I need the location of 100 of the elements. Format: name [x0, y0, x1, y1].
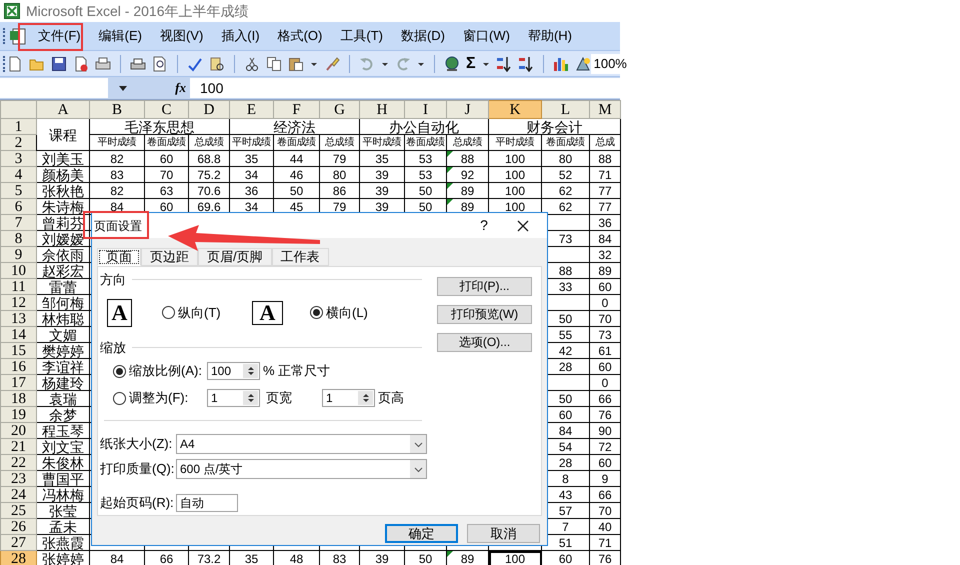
tab[interactable]: 页面	[97, 248, 141, 266]
row-header[interactable]: 1	[0, 118, 36, 134]
paste-icon[interactable]	[288, 56, 304, 72]
row-header[interactable]: 4	[0, 166, 36, 182]
row-header[interactable]: 26	[0, 518, 36, 534]
dialog-button[interactable]: 打印(P)...	[437, 277, 532, 296]
column-header[interactable]: I	[404, 100, 446, 118]
print-preview-icon[interactable]	[152, 56, 168, 72]
printer-icon[interactable]	[95, 56, 111, 72]
column-header[interactable]: C	[144, 100, 188, 118]
radio-label[interactable]: 调整为(F):	[129, 388, 207, 408]
paintbrush-icon[interactable]	[324, 56, 340, 72]
spinner-arrows-icon[interactable]	[362, 393, 370, 403]
tab[interactable]: 页眉/页脚	[198, 248, 272, 266]
menu-item[interactable]: 插入(I)	[212, 24, 269, 48]
dialog-button[interactable]: 取消	[467, 524, 540, 543]
radio-button[interactable]	[113, 364, 126, 378]
row-header[interactable]: 20	[0, 422, 36, 438]
spreadsheet-icon[interactable]	[4, 3, 20, 19]
radio-label[interactable]: 横向(L)	[326, 302, 368, 322]
menu-item[interactable]: 窗口(W)	[454, 24, 519, 48]
spin-field[interactable]: 1	[207, 389, 260, 407]
sum-button[interactable]: Σ	[466, 56, 476, 72]
menu-item[interactable]: 视图(V)	[150, 24, 212, 48]
help-button[interactable]: ?	[473, 215, 495, 236]
column-header[interactable]: J	[446, 100, 488, 118]
bar-chart-icon[interactable]	[552, 56, 569, 72]
spin-field[interactable]: 100	[207, 362, 260, 380]
printer-icon[interactable]	[130, 56, 146, 72]
row-header[interactable]: 13	[0, 310, 36, 326]
close-icon[interactable]	[517, 220, 529, 232]
radio-button[interactable]	[113, 392, 126, 404]
tab[interactable]: 页边距	[141, 248, 198, 266]
spelling-icon[interactable]	[187, 56, 203, 72]
copy-icon[interactable]	[266, 56, 282, 72]
dropdown-field[interactable]: 600 点/英寸	[176, 459, 427, 479]
row-header[interactable]: 19	[0, 406, 36, 422]
sort-descending-icon[interactable]	[518, 56, 534, 72]
new-document-icon[interactable]	[7, 56, 23, 72]
research-icon[interactable]	[209, 56, 225, 72]
drawing-icon[interactable]	[574, 56, 591, 72]
row-header[interactable]: 2	[0, 134, 36, 150]
row-header[interactable]: 7	[0, 214, 36, 230]
dialog-button[interactable]: 打印预览(W)	[437, 305, 532, 324]
scissors-icon[interactable]	[244, 56, 260, 72]
row-header[interactable]: 24	[0, 486, 36, 502]
menu-item[interactable]: 格式(O)	[268, 24, 332, 48]
column-header[interactable]: L	[542, 100, 590, 118]
row-header[interactable]: 22	[0, 454, 36, 470]
dropdown-caret-icon[interactable]	[118, 84, 128, 92]
menu-item[interactable]: 数据(D)	[392, 24, 454, 48]
row-header[interactable]: 16	[0, 358, 36, 374]
row-header[interactable]: 18	[0, 390, 36, 406]
column-header[interactable]: D	[188, 100, 230, 118]
row-header[interactable]: 28	[0, 550, 36, 565]
row-header[interactable]: 10	[0, 262, 36, 278]
row-header[interactable]: 12	[0, 294, 36, 310]
dropdown-field[interactable]: A4	[176, 434, 427, 454]
column-header[interactable]: H	[360, 100, 404, 118]
spinner-arrows-icon[interactable]	[246, 366, 254, 376]
row-header[interactable]: 15	[0, 342, 36, 358]
radio-label[interactable]: 缩放比例(A):	[129, 361, 207, 381]
row-header[interactable]: 8	[0, 230, 36, 246]
column-header[interactable]: F	[274, 100, 320, 118]
dialog-button[interactable]: 确定	[385, 524, 458, 543]
row-header[interactable]: 17	[0, 374, 36, 390]
radio-button[interactable]	[310, 306, 323, 319]
menu-item[interactable]: 工具(T)	[331, 24, 392, 48]
formula-field[interactable]: 100	[190, 78, 620, 98]
spinner-arrows-icon[interactable]	[246, 393, 254, 403]
permission-icon[interactable]	[73, 56, 89, 72]
column-header[interactable]: M	[590, 100, 620, 118]
globe-link-icon[interactable]	[444, 56, 460, 72]
row-header[interactable]: 9	[0, 246, 36, 262]
menu-item[interactable]: 帮助(H)	[518, 24, 581, 48]
input-field[interactable]: 自动	[176, 494, 238, 512]
spin-field[interactable]: 1	[322, 389, 375, 407]
radio-button[interactable]	[162, 306, 175, 319]
column-header[interactable]: B	[90, 100, 144, 118]
chevron-down-icon[interactable]	[414, 466, 422, 472]
column-header[interactable]: G	[320, 100, 360, 118]
tab[interactable]: 工作表	[272, 248, 329, 266]
save-icon[interactable]	[51, 56, 67, 72]
row-header[interactable]: 23	[0, 470, 36, 486]
function-label[interactable]: fx	[175, 78, 186, 98]
radio-label[interactable]: 纵向(T)	[178, 302, 221, 322]
row-header[interactable]: 21	[0, 438, 36, 454]
row-header[interactable]: 5	[0, 182, 36, 198]
column-header[interactable]: E	[230, 100, 274, 118]
row-header[interactable]: 11	[0, 278, 36, 294]
row-header[interactable]: 6	[0, 198, 36, 214]
column-header[interactable]: A	[36, 100, 90, 118]
column-header[interactable]: K	[488, 100, 542, 118]
row-header[interactable]: 27	[0, 534, 36, 550]
row-header[interactable]: 3	[0, 150, 36, 166]
dialog-button[interactable]: 选项(O)...	[437, 333, 532, 352]
row-header[interactable]: 25	[0, 502, 36, 518]
menu-item[interactable]: 编辑(E)	[90, 24, 151, 48]
row-header[interactable]: 14	[0, 326, 36, 342]
chevron-down-icon[interactable]	[414, 440, 422, 448]
